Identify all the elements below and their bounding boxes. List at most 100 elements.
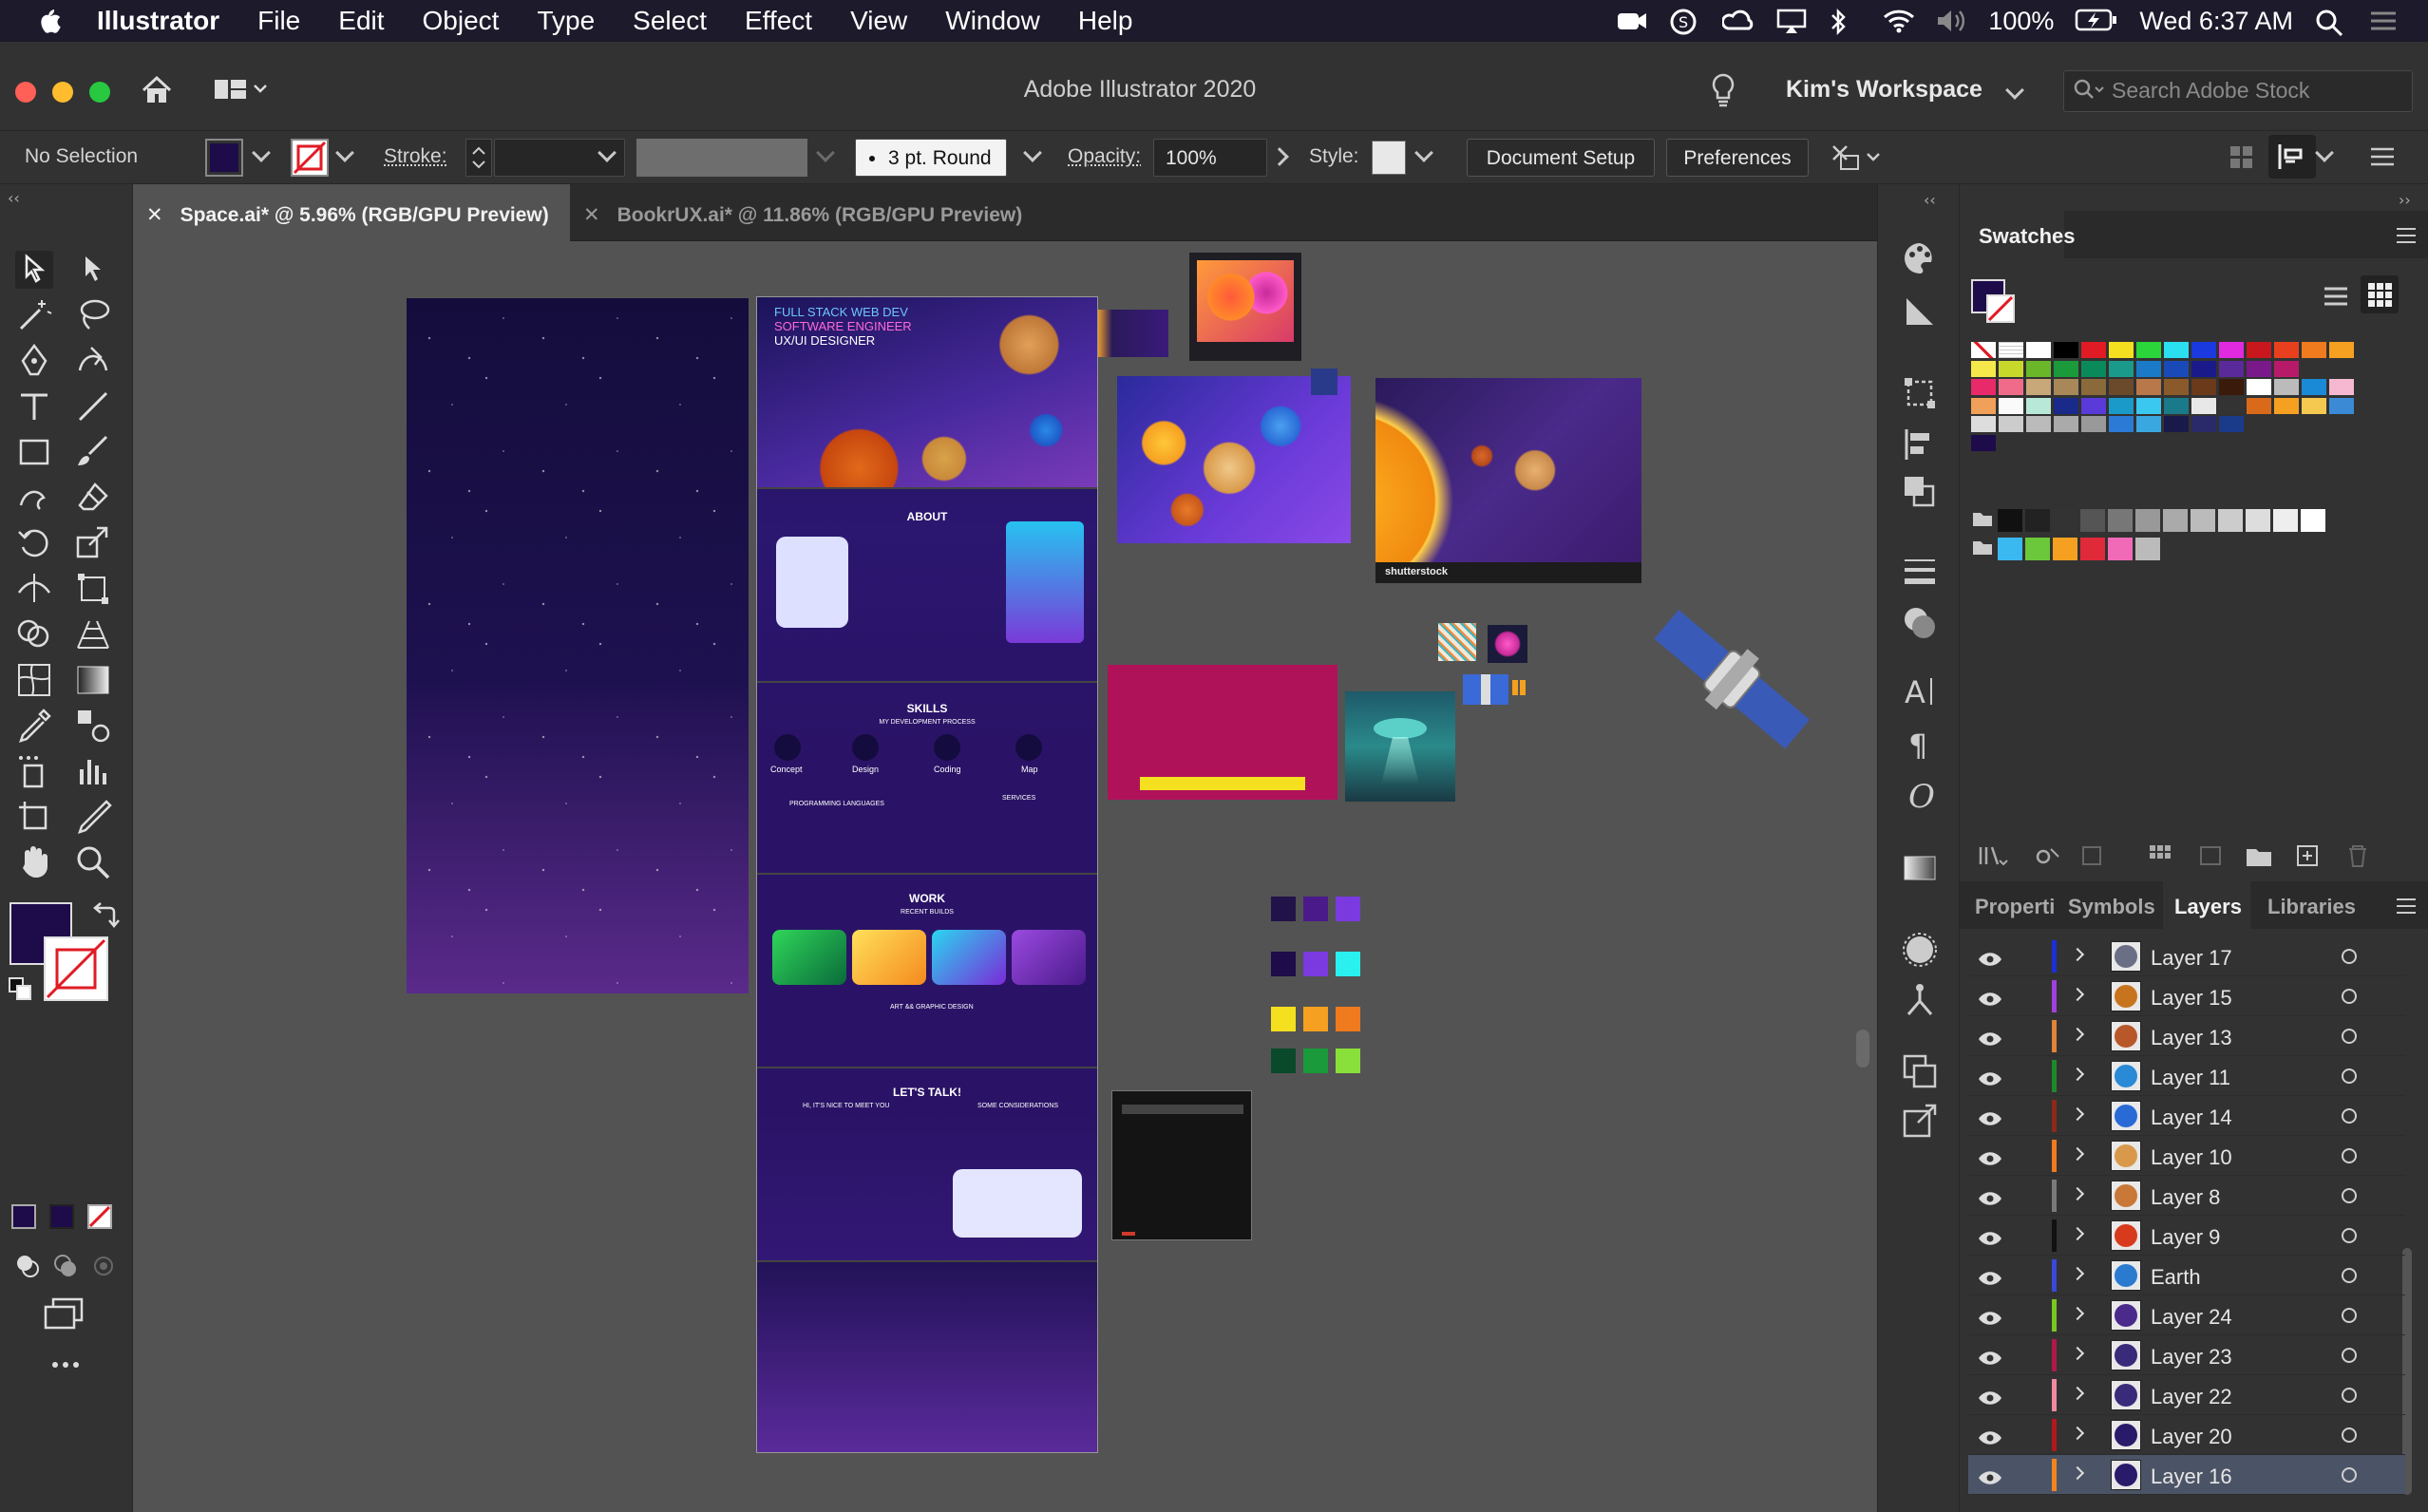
swatch-options-icon[interactable] bbox=[2079, 843, 2108, 873]
preferences-button[interactable]: Preferences bbox=[1666, 139, 1809, 177]
color-swatch[interactable] bbox=[1971, 416, 1996, 432]
color-swatch[interactable] bbox=[2164, 360, 2189, 377]
color-swatch[interactable] bbox=[1999, 397, 2023, 414]
draw-inside-icon[interactable] bbox=[89, 1252, 118, 1285]
color-swatch[interactable] bbox=[2026, 416, 2051, 432]
layer-row[interactable]: Layer 20 bbox=[1968, 1415, 2405, 1455]
color-swatch[interactable] bbox=[2026, 360, 2051, 377]
color-swatch[interactable] bbox=[2109, 342, 2134, 358]
layer-name[interactable]: Layer 8 bbox=[2151, 1185, 2220, 1210]
ufo-illustration[interactable] bbox=[1345, 691, 1455, 802]
show-swatch-kinds-icon[interactable] bbox=[2034, 843, 2062, 873]
layer-name[interactable]: Layer 13 bbox=[2151, 1026, 2232, 1050]
color-swatch[interactable] bbox=[2054, 397, 2078, 414]
group-color-swatch[interactable] bbox=[2108, 509, 2133, 532]
color-swatch[interactable] bbox=[2329, 342, 2354, 358]
palette-swatch[interactable] bbox=[1271, 897, 1296, 921]
apple-menu-icon[interactable] bbox=[28, 0, 70, 42]
free-transform-tool-icon[interactable] bbox=[74, 570, 112, 608]
layer-target-icon[interactable] bbox=[2342, 1108, 2357, 1124]
type-tool-icon[interactable] bbox=[15, 387, 53, 425]
group-color-swatch[interactable] bbox=[2135, 538, 2160, 560]
layer-row[interactable]: Layer 24 bbox=[1968, 1295, 2405, 1335]
color-swatch[interactable] bbox=[2136, 379, 2161, 395]
tab-properties[interactable]: Properti bbox=[1975, 895, 2055, 919]
color-swatch[interactable] bbox=[2302, 342, 2326, 358]
visibility-eye-icon[interactable] bbox=[1978, 1466, 2002, 1484]
layer-row[interactable]: Layer 11 bbox=[1968, 1056, 2405, 1096]
volume-icon[interactable] bbox=[1935, 8, 1967, 34]
profile-chevron-down-icon[interactable] bbox=[816, 143, 835, 162]
layer-target-icon[interactable] bbox=[2342, 1268, 2357, 1283]
visibility-eye-icon[interactable] bbox=[1978, 1187, 2002, 1205]
color-swatch[interactable] bbox=[1999, 416, 2023, 432]
clock[interactable]: Wed 6:37 AM bbox=[2139, 7, 2293, 36]
color-swatch[interactable] bbox=[1999, 360, 2023, 377]
color-swatch[interactable] bbox=[2164, 416, 2189, 432]
satellite-art[interactable] bbox=[1643, 602, 1814, 764]
fill-chevron-down-icon[interactable] bbox=[252, 143, 271, 162]
satellite-thumbnail[interactable] bbox=[1463, 674, 1508, 705]
visibility-eye-icon[interactable] bbox=[1978, 1307, 2002, 1325]
artboards-panel-icon[interactable] bbox=[1901, 1052, 1939, 1095]
artboard-tool-icon[interactable] bbox=[15, 798, 53, 836]
color-swatch[interactable] bbox=[2219, 342, 2244, 358]
close-tab-icon[interactable]: ✕ bbox=[583, 204, 600, 226]
menu-select[interactable]: Select bbox=[614, 0, 726, 42]
color-swatch[interactable] bbox=[2302, 397, 2326, 414]
menu-file[interactable]: File bbox=[238, 0, 319, 42]
palette-swatch[interactable] bbox=[1336, 952, 1360, 976]
perspective-grid-tool-icon[interactable] bbox=[74, 615, 112, 653]
orange-poster-image[interactable] bbox=[1189, 253, 1301, 361]
zoom-icon[interactable] bbox=[1616, 8, 1648, 34]
brush-chevron-down-icon[interactable] bbox=[1023, 143, 1042, 162]
none-swatch[interactable] bbox=[1971, 342, 1996, 358]
layer-target-icon[interactable] bbox=[2342, 1308, 2357, 1323]
visibility-eye-icon[interactable] bbox=[1978, 1227, 2002, 1245]
color-swatch[interactable] bbox=[2054, 416, 2078, 432]
color-swatch[interactable] bbox=[2274, 342, 2299, 358]
lasso-tool-icon[interactable] bbox=[74, 296, 112, 334]
starfield-background-artboard[interactable] bbox=[407, 298, 749, 993]
expand-layer-chevron-icon[interactable] bbox=[2070, 1306, 2085, 1321]
menu-help[interactable]: Help bbox=[1059, 0, 1152, 42]
appearance-panel-icon[interactable] bbox=[1901, 931, 1939, 973]
menu-window[interactable]: Window bbox=[926, 0, 1059, 42]
fill-color-swatch[interactable] bbox=[205, 139, 243, 177]
delete-swatch-icon[interactable] bbox=[2343, 843, 2372, 873]
orange-grid-thumbnail[interactable] bbox=[1512, 680, 1527, 695]
rotate-tool-icon[interactable] bbox=[15, 524, 53, 562]
screen-mode-icon[interactable] bbox=[44, 1297, 85, 1334]
expand-layer-chevron-icon[interactable] bbox=[2070, 1106, 2085, 1122]
document-setup-button[interactable]: Document Setup bbox=[1467, 139, 1655, 177]
add-color-themes-icon[interactable] bbox=[2148, 843, 2176, 873]
puppet-warp-icon[interactable] bbox=[1830, 142, 1883, 179]
canvas-vertical-scrollbar[interactable] bbox=[1852, 241, 1871, 1512]
layer-name[interactable]: Layer 24 bbox=[2151, 1305, 2232, 1330]
opacity-label[interactable]: Opacity: bbox=[1068, 145, 1141, 168]
expand-layer-chevron-icon[interactable] bbox=[2070, 1346, 2085, 1361]
bluetooth-icon[interactable] bbox=[1829, 8, 1861, 36]
cartoon-planets-image[interactable] bbox=[1117, 376, 1351, 543]
color-swatch[interactable] bbox=[2219, 379, 2244, 395]
color-swatch[interactable] bbox=[1999, 379, 2023, 395]
portfolio-website-mockup[interactable]: FULL STACK WEB DEV SOFTWARE ENGINEER UX/… bbox=[756, 296, 1098, 1453]
layer-target-icon[interactable] bbox=[2342, 1348, 2357, 1363]
group-color-swatch[interactable] bbox=[2053, 538, 2077, 560]
color-swatch[interactable] bbox=[2247, 342, 2271, 358]
variable-width-profile[interactable] bbox=[636, 139, 807, 177]
layer-target-icon[interactable] bbox=[2342, 989, 2357, 1004]
visibility-eye-icon[interactable] bbox=[1978, 1267, 2002, 1285]
eyedropper-tool-icon[interactable] bbox=[15, 707, 53, 745]
layer-target-icon[interactable] bbox=[2342, 1467, 2357, 1483]
group-color-swatch[interactable] bbox=[1998, 509, 2022, 532]
swatch-libraries-menu-icon[interactable] bbox=[1977, 843, 2009, 873]
color-swatch[interactable] bbox=[2274, 379, 2299, 395]
layer-row[interactable]: Layer 10 bbox=[1968, 1136, 2405, 1176]
shaper-tool-icon[interactable] bbox=[15, 479, 53, 517]
tab-bookrux-document[interactable]: ✕ BookrUX.ai* @ 11.86% (RGB/GPU Preview) bbox=[570, 184, 1178, 241]
layer-name[interactable]: Layer 20 bbox=[2151, 1425, 2232, 1449]
pink-planet-thumbnail[interactable] bbox=[1488, 625, 1527, 663]
curvature-tool-icon[interactable] bbox=[74, 342, 112, 380]
color-swatch[interactable] bbox=[2109, 360, 2134, 377]
